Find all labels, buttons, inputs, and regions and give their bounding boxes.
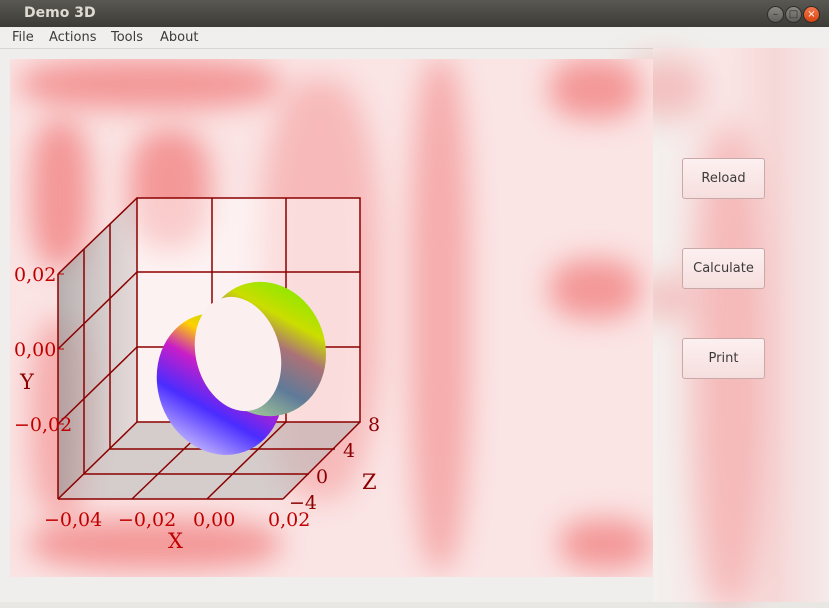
z-tick-label: 0 [316,466,328,488]
reload-button[interactable]: Reload [682,158,765,199]
y-tick-label: 0,00 [14,339,56,361]
plot-3d: 0,02 0,00 −0,02 Y −0,04 −0,02 0,00 0,02 … [14,197,380,553]
x-tick-label: −0,04 [44,509,102,531]
x-tick-label: 0,00 [193,509,235,531]
z-tick-label: 4 [343,440,355,462]
right-panel [623,48,829,608]
menu-about[interactable]: About [160,30,198,45]
y-tick-label: 0,02 [14,264,56,286]
close-icon[interactable]: × [803,6,820,23]
y-tick-label: −0,02 [14,414,72,436]
menu-actions[interactable]: Actions [49,30,97,45]
menu-tools[interactable]: Tools [111,30,143,45]
print-button[interactable]: Print [682,338,765,379]
menu-bar: File Actions Tools About [0,27,829,49]
z-axis-label: Z [362,470,377,494]
window-title: Demo 3D [24,5,96,21]
plot-canvas[interactable]: 0,02 0,00 −0,02 Y −0,04 −0,02 0,00 0,02 … [10,59,653,577]
menu-file[interactable]: File [12,30,34,45]
y-axis-label: Y [19,370,35,394]
calculate-button[interactable]: Calculate [682,248,765,289]
z-tick-label: 8 [368,414,380,436]
x-tick-label: −0,02 [118,509,176,531]
app-window: Demo 3D – □ × File Actions Tools About 0… [0,0,829,608]
maximize-icon[interactable]: □ [785,6,802,23]
z-tick-label: −4 [289,492,317,514]
minimize-icon[interactable]: – [767,6,784,23]
title-bar: Demo 3D – □ × [0,0,829,27]
x-axis-label: X [168,529,183,553]
